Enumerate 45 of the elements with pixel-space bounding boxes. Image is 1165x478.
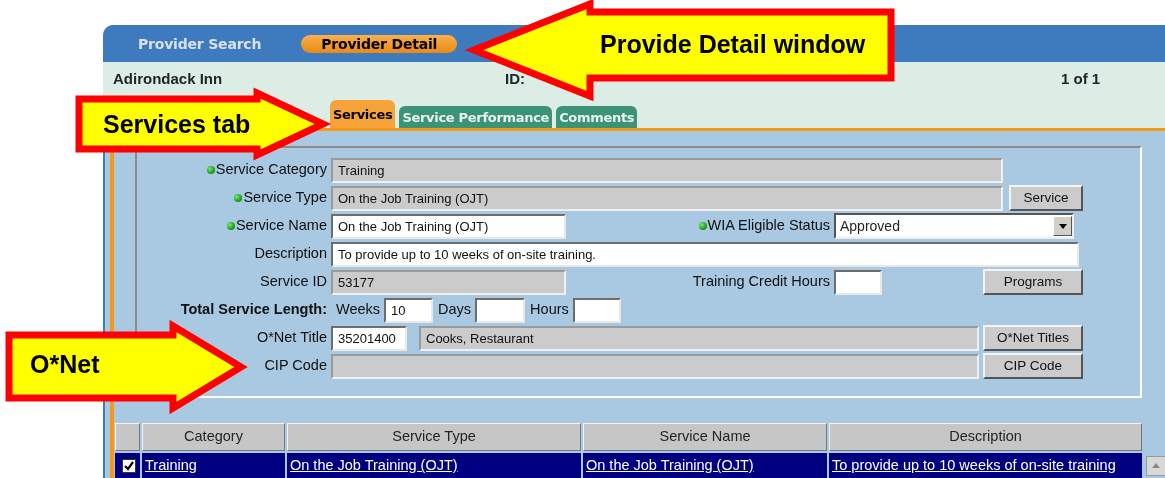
form-button[interactable]: Programs xyxy=(983,269,1083,295)
input-field[interactable]: On the Job Training (OJT) xyxy=(331,213,566,239)
tab[interactable]: Services xyxy=(330,100,396,128)
input-field[interactable]: To provide up to 10 weeks of on-site training. xyxy=(331,241,1079,267)
field-label: CIP Code xyxy=(264,356,327,376)
field-label: WIA Eligible Status xyxy=(707,216,830,236)
form-button[interactable]: CIP Code xyxy=(983,353,1083,379)
row-checkbox[interactable] xyxy=(122,459,136,473)
field-label: Service Type xyxy=(243,188,327,208)
field-label: Weeks xyxy=(336,300,381,320)
field-label: Description xyxy=(254,244,327,264)
input-field[interactable]: On the Job Training (OJT) xyxy=(331,185,1003,211)
input-field[interactable]: 53177 xyxy=(331,269,566,295)
field-label: Training Credit Hours xyxy=(692,272,830,292)
callout-label: Provide Detail window xyxy=(600,30,866,59)
header-cell xyxy=(115,423,140,451)
input-field[interactable]: Cooks, Restaurant xyxy=(419,325,979,351)
field-label: O*Net Title xyxy=(256,328,327,348)
input-field[interactable]: Training xyxy=(331,157,1003,183)
input-field[interactable] xyxy=(331,353,979,379)
caret-icon xyxy=(1053,216,1072,236)
record-count: 1 of 1 xyxy=(1061,69,1101,89)
column-header[interactable]: Category xyxy=(142,423,285,451)
input-field[interactable] xyxy=(834,269,882,295)
callout-label: Services tab xyxy=(103,110,251,139)
input-field[interactable]: 35201400 xyxy=(331,325,407,351)
window-tab[interactable]: Provider Detail xyxy=(301,34,458,53)
column-header[interactable]: Service Type xyxy=(287,423,581,451)
column-header[interactable]: Service Name xyxy=(583,423,827,451)
column-header[interactable]: Description xyxy=(829,423,1142,451)
provider-id-label: ID: xyxy=(505,69,525,89)
callout-label: O*Net xyxy=(30,350,100,379)
field-label: Days xyxy=(438,300,472,320)
input-field[interactable] xyxy=(475,297,526,323)
input-field[interactable]: 10 xyxy=(384,297,434,323)
form-button[interactable]: O*Net Titles xyxy=(983,325,1083,351)
field-label: Total Service Length: xyxy=(180,300,327,320)
field-label: Hours xyxy=(530,300,569,320)
provider-name: Adirondack Inn xyxy=(113,69,223,89)
field-label: Service Category xyxy=(215,160,327,180)
status-dropdown[interactable]: Approved xyxy=(834,213,1074,239)
form-button[interactable]: Service xyxy=(1009,185,1083,211)
field-label: Service Name xyxy=(235,216,327,236)
input-field[interactable] xyxy=(572,297,621,323)
field-label: Service ID xyxy=(260,272,327,292)
